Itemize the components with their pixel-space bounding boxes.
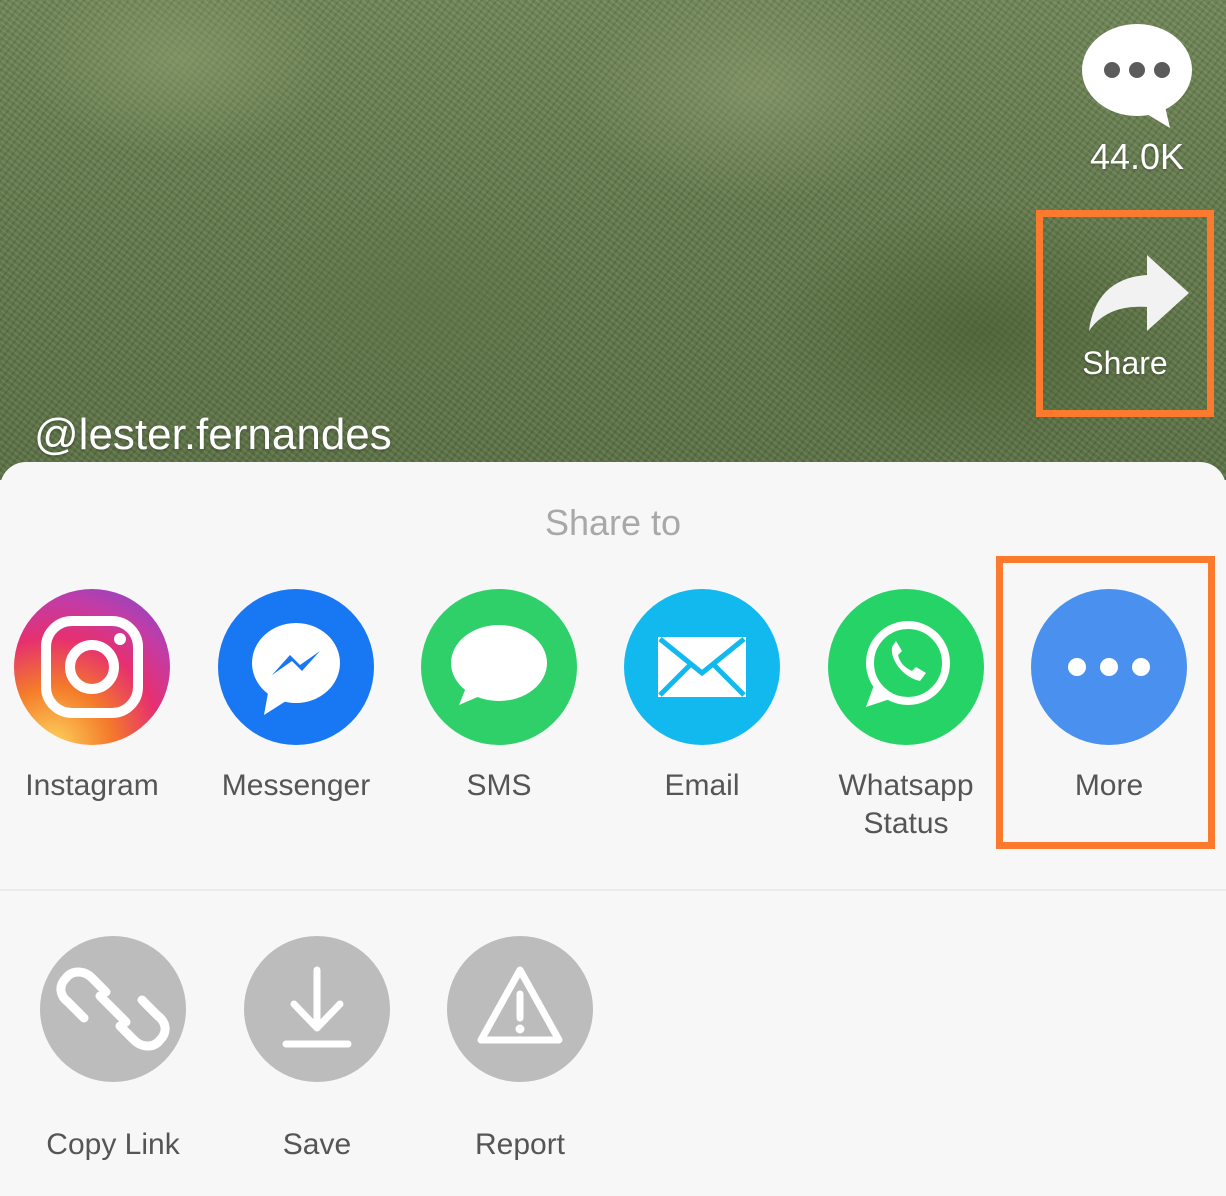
share-button[interactable]: Share bbox=[1036, 210, 1214, 417]
author-username[interactable]: @lester.fernandes bbox=[34, 410, 392, 460]
sms-icon bbox=[421, 589, 577, 745]
action-label: Report bbox=[474, 1128, 566, 1161]
report-button[interactable]: Report bbox=[420, 936, 620, 1162]
share-arrow-icon bbox=[1087, 251, 1193, 339]
email-icon bbox=[624, 589, 780, 745]
sheet-divider bbox=[0, 889, 1226, 891]
messenger-icon bbox=[218, 589, 374, 745]
comment-bubble-icon bbox=[1078, 22, 1196, 130]
warning-icon bbox=[447, 936, 593, 1082]
more-icon bbox=[1031, 589, 1187, 745]
action-label: Copy Link bbox=[46, 1128, 180, 1161]
share-target-more[interactable]: More bbox=[1009, 589, 1209, 805]
download-icon bbox=[244, 936, 390, 1082]
comment-count: 44.0K bbox=[1089, 136, 1185, 177]
whatsapp-icon bbox=[828, 589, 984, 745]
link-icon bbox=[40, 936, 186, 1082]
share-target-instagram[interactable]: Instagram bbox=[0, 589, 192, 805]
share-target-label: Instagram bbox=[25, 769, 159, 802]
comment-button[interactable]: 44.0K bbox=[1078, 22, 1196, 178]
share-target-label: SMS bbox=[466, 769, 532, 802]
share-target-whatsapp-status[interactable]: Whatsapp Status bbox=[806, 589, 1006, 843]
share-target-email[interactable]: Email bbox=[602, 589, 802, 805]
share-label: Share bbox=[1082, 345, 1168, 381]
copy-link-button[interactable]: Copy Link bbox=[13, 936, 213, 1162]
share-target-sms[interactable]: SMS bbox=[399, 589, 599, 805]
action-label: Save bbox=[282, 1128, 352, 1161]
instagram-icon bbox=[14, 589, 170, 745]
share-target-label: Whatsapp Status bbox=[838, 769, 974, 840]
share-target-label: Messenger bbox=[221, 769, 371, 802]
share-target-label: Email bbox=[664, 769, 740, 802]
share-target-messenger[interactable]: Messenger bbox=[196, 589, 396, 805]
share-sheet-title: Share to bbox=[544, 502, 682, 543]
share-target-label: More bbox=[1074, 769, 1144, 802]
save-button[interactable]: Save bbox=[217, 936, 417, 1162]
